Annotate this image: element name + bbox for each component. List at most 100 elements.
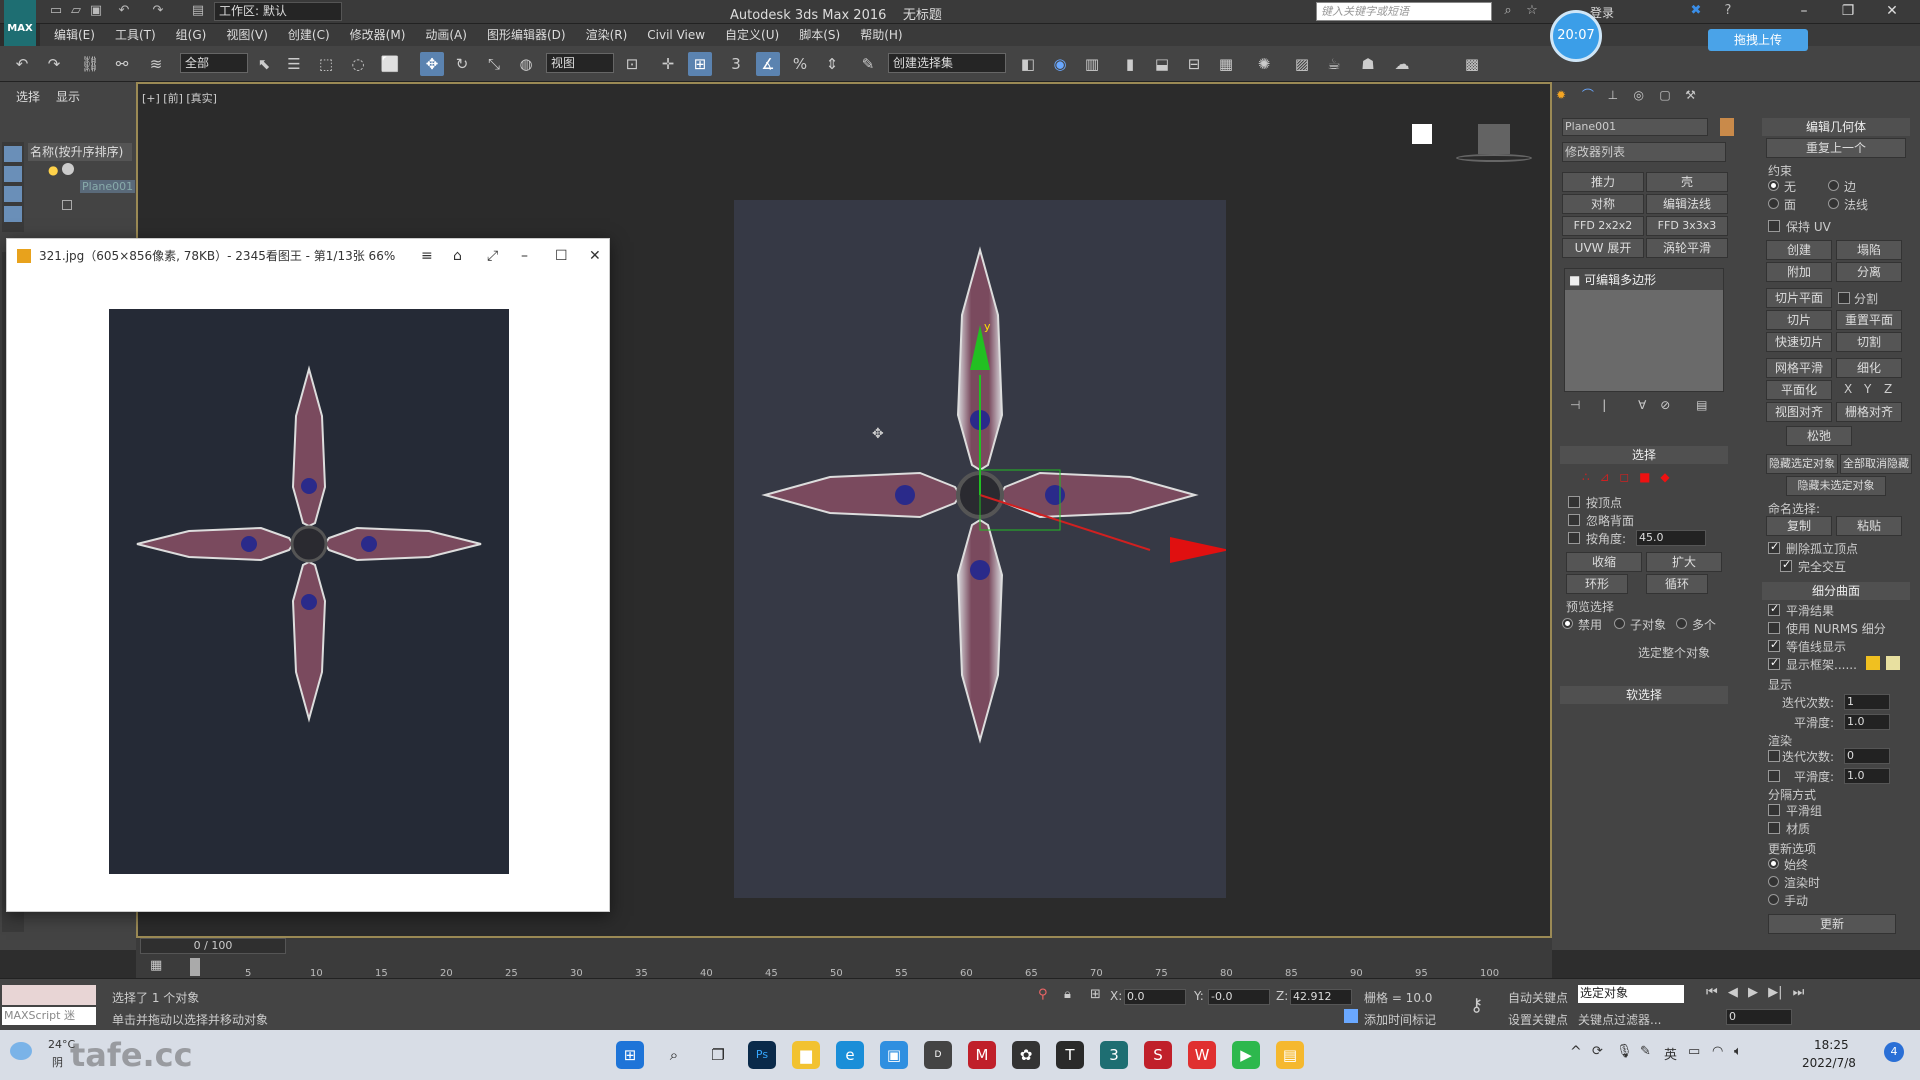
wifi-icon[interactable]: ◠ xyxy=(1712,1044,1723,1059)
tab-display[interactable]: 显示 xyxy=(40,82,80,105)
open-file-icon[interactable]: ▱ xyxy=(68,3,84,19)
minimize-button[interactable]: – xyxy=(1782,0,1826,24)
menu-tools[interactable]: 工具(T) xyxy=(105,24,166,46)
modifier-list-dropdown[interactable]: 修改器列表 xyxy=(1562,142,1726,162)
copy-button[interactable]: 复制 xyxy=(1766,516,1832,536)
light-bulb-icon[interactable]: ● xyxy=(48,163,58,177)
edge-icon[interactable]: e xyxy=(836,1041,864,1069)
tray-chevron-icon[interactable]: ^ xyxy=(1570,1044,1582,1060)
cage-color-2-swatch[interactable] xyxy=(1886,656,1900,670)
viewer-maximize-icon[interactable]: ☐ xyxy=(555,239,568,273)
absolute-mode-icon[interactable]: ⊞ xyxy=(1090,987,1101,1002)
edge-mode-icon[interactable]: ⊿ xyxy=(1599,470,1609,484)
update-always-radio[interactable] xyxy=(1768,858,1779,869)
viewcube-ring[interactable] xyxy=(1456,154,1532,162)
percent-snap-icon[interactable]: % xyxy=(788,52,812,76)
notification-badge[interactable]: 4 xyxy=(1884,1042,1904,1062)
maxscript-listener[interactable] xyxy=(2,985,96,1005)
ffd3-button[interactable]: FFD 3x3x3 xyxy=(1646,216,1728,236)
star-icon[interactable]: ☆ xyxy=(1524,3,1540,19)
viewer-close-icon[interactable]: ✕ xyxy=(589,239,601,273)
planarize-y[interactable]: Y xyxy=(1864,382,1871,396)
schematic-view-icon[interactable]: ⊟ xyxy=(1182,52,1206,76)
photoshop-icon[interactable]: Ps xyxy=(748,1041,776,1069)
grid-align-button[interactable]: 栅格对齐 xyxy=(1836,402,1902,422)
menu-animation[interactable]: 动画(A) xyxy=(415,24,477,46)
filter-icon[interactable] xyxy=(4,206,22,222)
freeze-icon[interactable] xyxy=(62,163,74,175)
manipulate-icon[interactable]: ✛ xyxy=(656,52,680,76)
ime-indicator[interactable]: 英 xyxy=(1664,1044,1677,1063)
key-icon[interactable]: ⚷ xyxy=(1470,995,1483,1016)
display-invert-icon[interactable] xyxy=(4,186,22,202)
reference-coord-dropdown[interactable]: 视图 xyxy=(546,53,614,73)
menu-icon[interactable]: ≡ xyxy=(421,239,433,273)
shell-button[interactable]: 壳 xyxy=(1646,172,1728,192)
select-scale-icon[interactable]: ⤡ xyxy=(482,52,506,76)
cut-button[interactable]: 切割 xyxy=(1836,332,1902,352)
delete-isolated-checkbox[interactable] xyxy=(1768,540,1780,554)
mic-icon[interactable]: 🎙︎ xyxy=(1616,1044,1633,1059)
constraint-face-radio[interactable] xyxy=(1768,198,1779,209)
render-iterations-checkbox[interactable] xyxy=(1768,750,1780,762)
unlink-icon[interactable]: ⚯ xyxy=(110,52,134,76)
selection-rollout-header[interactable]: 选择 xyxy=(1560,446,1728,464)
grow-button[interactable]: 扩大 xyxy=(1646,552,1722,572)
element-mode-icon[interactable]: ◆ xyxy=(1660,470,1669,484)
workspace-dropdown[interactable]: 工作区: 默认 xyxy=(214,2,342,21)
ignore-backface-checkbox[interactable] xyxy=(1568,514,1580,526)
by-angle-checkbox[interactable] xyxy=(1568,532,1580,544)
angle-snap-icon[interactable]: ∡ xyxy=(756,52,780,76)
y-coord-field[interactable]: -0.0 xyxy=(1208,989,1270,1005)
menu-civil-view[interactable]: Civil View xyxy=(637,24,715,46)
menu-create[interactable]: 创建(C) xyxy=(278,24,340,46)
shuriken-model[interactable]: y xyxy=(734,200,1226,898)
file-explorer-icon[interactable]: ▆ xyxy=(792,1041,820,1069)
viewport-label[interactable]: [+] [前] [真实] xyxy=(142,90,217,106)
motion-tab-icon[interactable]: ◎ xyxy=(1633,88,1655,102)
display-none-icon[interactable] xyxy=(4,146,22,162)
search-taskbar-icon[interactable]: ⌕ xyxy=(660,1041,688,1069)
undo-icon[interactable]: ↶ xyxy=(10,52,34,76)
make-unique-icon[interactable]: ∀ xyxy=(1638,398,1646,412)
x-coord-field[interactable]: 0.0 xyxy=(1124,989,1186,1005)
create-tab-icon[interactable]: ✹ xyxy=(1556,88,1578,102)
push-button[interactable]: 推力 xyxy=(1562,172,1644,192)
render-online-icon[interactable]: ▩ xyxy=(1460,52,1484,76)
materials-checkbox[interactable] xyxy=(1768,822,1780,834)
select-rotate-icon[interactable]: ↻ xyxy=(450,52,474,76)
bind-space-warp-icon[interactable]: ≋ xyxy=(144,52,168,76)
project-folder-icon[interactable]: ▤ xyxy=(190,3,206,19)
window-crossing-icon[interactable]: ◌ xyxy=(346,52,370,76)
viewer-titlebar[interactable]: 321.jpg（605×856像素, 78KB）- 2345看图王 - 第1/1… xyxy=(7,239,609,273)
redo-icon[interactable]: ↷ xyxy=(150,3,166,19)
keyboard-shortcut-icon[interactable]: ⊞ xyxy=(688,52,712,76)
remove-modifier-icon[interactable]: ⊘ xyxy=(1660,398,1670,412)
loop-button[interactable]: 循环 xyxy=(1646,574,1708,594)
constraint-edge-radio[interactable] xyxy=(1828,180,1839,191)
play-icon[interactable]: ▶ xyxy=(1748,985,1758,1000)
app-icon-s[interactable]: S xyxy=(1144,1041,1172,1069)
planarize-button[interactable]: 平面化 xyxy=(1766,380,1832,400)
render-setup-icon[interactable]: ✺ xyxy=(1252,52,1276,76)
taskbar-date[interactable]: 2022/7/8 xyxy=(1802,1056,1856,1070)
render-production-icon[interactable]: ☕ xyxy=(1322,52,1346,76)
z-coord-field[interactable]: 42.912 xyxy=(1290,989,1352,1005)
rect-selection-icon[interactable]: ⬚ xyxy=(314,52,338,76)
next-frame-icon[interactable]: ▶| xyxy=(1768,985,1782,1000)
uvw-unwrap-button[interactable]: UVW 展开 xyxy=(1562,238,1644,258)
update-manual-radio[interactable] xyxy=(1768,894,1779,905)
soft-selection-rollout-header[interactable]: 软选择 xyxy=(1560,686,1728,704)
network-icon[interactable]: ⟳ xyxy=(1592,1044,1603,1059)
planarize-z[interactable]: Z xyxy=(1884,382,1892,396)
select-by-name-icon[interactable]: ☰ xyxy=(282,52,306,76)
auto-key-button[interactable]: 自动关键点 xyxy=(1508,989,1568,1006)
volume-icon[interactable]: 🔈︎ xyxy=(1734,1044,1742,1059)
constraint-none-radio[interactable] xyxy=(1768,180,1779,191)
vertex-mode-icon[interactable]: ∴ xyxy=(1582,470,1590,484)
display-tab-icon[interactable]: ▢ xyxy=(1659,88,1681,102)
repeat-last-button[interactable]: 重复上一个 xyxy=(1766,138,1906,158)
rendered-frame-icon[interactable]: ▨ xyxy=(1290,52,1314,76)
layer-manager-icon[interactable]: ▥ xyxy=(1080,52,1104,76)
pivot-center-icon[interactable]: ⊡ xyxy=(620,52,644,76)
